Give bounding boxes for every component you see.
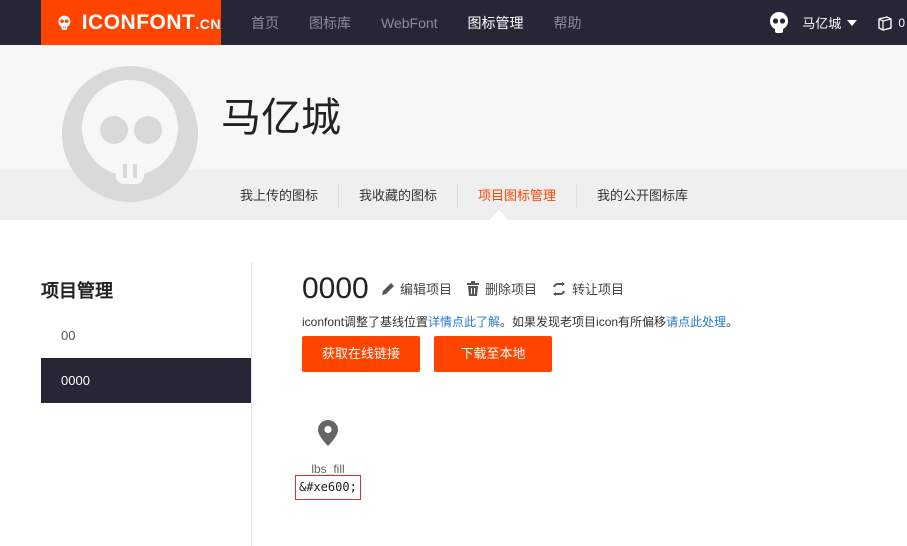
pencil-icon: [382, 282, 394, 295]
transfer-icon: [553, 281, 566, 296]
project-title: 0000: [302, 272, 369, 305]
tab-uploaded-icons[interactable]: 我上传的图标: [220, 183, 340, 209]
project-actions: 编辑项目 删除项目 转让项目: [381, 279, 638, 298]
user-name[interactable]: 马亿城: [802, 13, 841, 32]
notice-prefix: iconfont调整了基线位置: [302, 315, 429, 329]
notice-detail-link[interactable]: 详情点此了解: [428, 315, 500, 329]
nav-item-help[interactable]: 帮助: [554, 13, 582, 33]
profile-tabs: 我上传的图标 我收藏的图标 项目图标管理 我的公开图标库: [220, 181, 708, 211]
tab-project-icons[interactable]: 项目图标管理: [458, 183, 578, 209]
notice-suffix: 。: [726, 315, 739, 329]
delete-project-label: 删除项目: [485, 282, 538, 297]
notice-fix-link[interactable]: 请点此处理: [666, 315, 726, 329]
edit-project-label: 编辑项目: [400, 282, 453, 297]
main-nav: 首页 图标库 WebFont 图标管理 帮助: [251, 0, 612, 45]
nav-item-home[interactable]: 首页: [251, 13, 279, 33]
logo[interactable]: ICONFONT.CN: [41, 0, 221, 45]
chevron-down-icon[interactable]: [847, 19, 858, 26]
project-list: 00 0000: [41, 313, 251, 403]
notice-middle: 。如果发现老项目icon有所偏移: [500, 315, 667, 329]
sidebar-divider: [251, 262, 252, 546]
baseline-notice: iconfont调整了基线位置详情点此了解。如果发现老项目icon有所偏移请点此…: [302, 313, 738, 330]
brand-name: ICONFONT: [81, 10, 196, 34]
top-navbar: ICONFONT.CN 首页 图标库 WebFont 图标管理 帮助 马亿城 0: [0, 0, 907, 45]
delete-project-button[interactable]: 删除项目: [466, 279, 537, 298]
project-item-00[interactable]: 00: [41, 313, 251, 358]
trash-icon: [467, 281, 480, 296]
profile-name: 马亿城: [221, 96, 341, 140]
icon-name: lbs_fill: [311, 462, 345, 476]
sidebar-title: 项目管理: [41, 281, 113, 301]
nav-item-icon-library[interactable]: 图标库: [309, 13, 351, 33]
cart-count: 0: [898, 15, 905, 30]
cart-icon[interactable]: [877, 15, 893, 31]
tab-public-library[interactable]: 我的公开图标库: [577, 183, 708, 209]
nav-item-icon-management[interactable]: 图标管理: [468, 13, 524, 33]
get-online-link-button[interactable]: 获取在线链接: [302, 336, 420, 372]
edit-project-button[interactable]: 编辑项目: [381, 279, 452, 298]
profile-avatar-icon: [62, 66, 198, 202]
transfer-project-button[interactable]: 转让项目: [551, 279, 624, 298]
skull-logo-icon: [58, 15, 71, 30]
icon-card[interactable]: [298, 420, 358, 446]
project-item-0000[interactable]: 0000: [41, 358, 251, 403]
user-avatar-icon[interactable]: [768, 11, 790, 34]
nav-item-webfont[interactable]: WebFont: [381, 15, 438, 31]
transfer-project-label: 转让项目: [572, 282, 625, 297]
brand-suffix: .CN: [195, 15, 221, 32]
location-pin-icon: [318, 420, 338, 446]
download-local-button[interactable]: 下载至本地: [434, 336, 552, 372]
user-area: 马亿城 0: [768, 0, 907, 45]
tab-favorite-icons[interactable]: 我收藏的图标: [339, 183, 459, 209]
icon-unicode[interactable]: &#xe600;: [295, 475, 361, 500]
profile-header: 马亿城 我上传的图标 我收藏的图标 项目图标管理 我的公开图标库: [0, 45, 907, 220]
